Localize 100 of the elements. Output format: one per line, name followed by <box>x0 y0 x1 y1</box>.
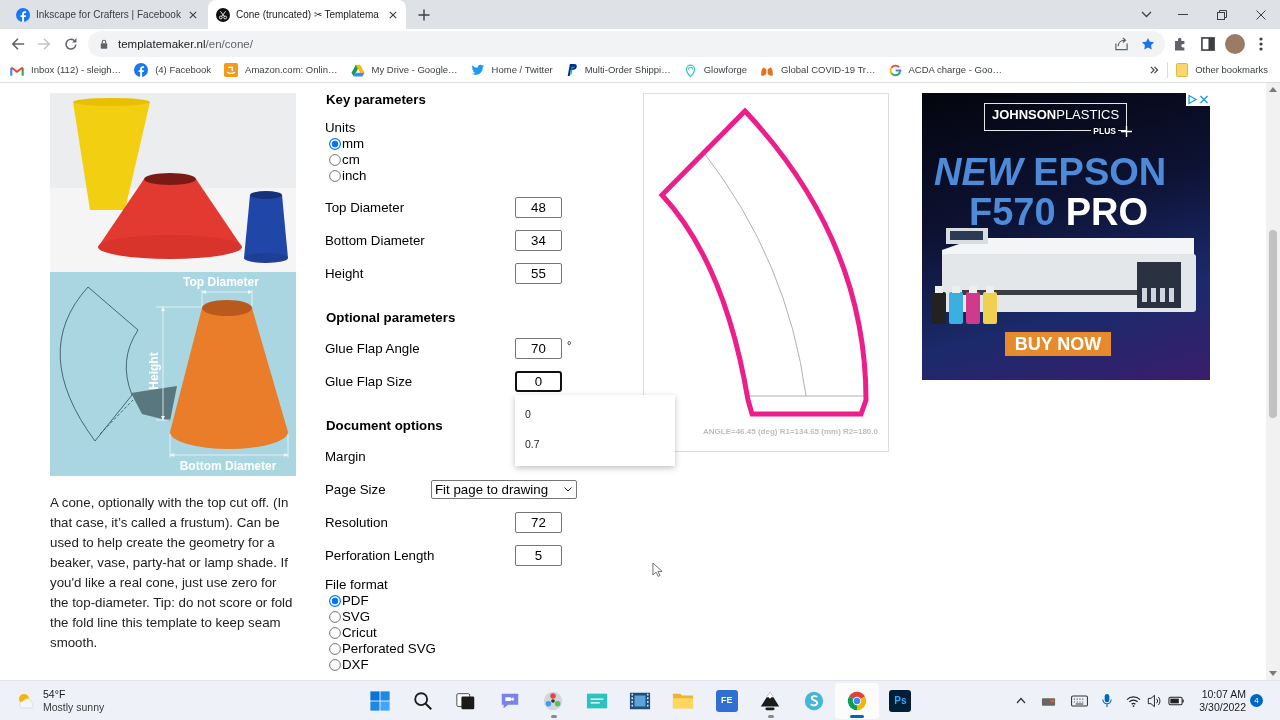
seam-line <box>99 399 134 435</box>
dimension-label: Top Diameter <box>183 275 259 289</box>
new-tab-plus-icon[interactable] <box>418 8 430 21</box>
microphone-icon[interactable] <box>1101 693 1114 708</box>
logo-mark-icon <box>565 63 578 77</box>
option-label[interactable]: cm <box>342 152 360 168</box>
keyboard-icon[interactable] <box>1071 694 1089 707</box>
radio-button[interactable] <box>329 627 341 639</box>
field-label: Perforation Length <box>325 547 436 564</box>
option-label[interactable]: Perforated SVG <box>342 641 436 657</box>
radio-button[interactable] <box>329 659 341 671</box>
bookmark-link[interactable]: My Drive - Google… <box>350 63 458 77</box>
radio-button[interactable] <box>329 611 341 623</box>
restore-icon[interactable] <box>1216 9 1227 20</box>
mouse-pointer-icon <box>652 562 663 578</box>
bookmark-link[interactable]: Global COVID-19 Tr… <box>760 63 876 77</box>
option-label[interactable]: Cricut <box>342 625 377 641</box>
group-label: Units <box>325 120 356 136</box>
number-field[interactable]: 0 <box>515 371 562 392</box>
model-text: F570 <box>969 192 1056 232</box>
bookmark-folder[interactable]: Other bookmarks <box>1176 63 1268 77</box>
brand-name: JOHNSONPLASTICS <box>991 107 1120 123</box>
number-field[interactable]: 72 <box>515 512 562 533</box>
autocomplete-option[interactable]: 0 <box>515 399 675 429</box>
reload-icon[interactable] <box>64 36 78 51</box>
browser-tab[interactable]: Cone (truncated) ✂ Templatema <box>208 0 406 29</box>
menu-dots-icon[interactable] <box>1259 36 1263 51</box>
close-icon[interactable] <box>389 10 397 19</box>
dimension-label: Bottom Diameter <box>179 459 277 473</box>
f-logo-icon <box>16 7 30 22</box>
bookmark-link[interactable]: Amazon.com: Onlin… <box>224 63 338 77</box>
option-label[interactable]: inch <box>342 168 367 184</box>
autocomplete-option[interactable]: 0.7 <box>515 429 675 459</box>
number-field[interactable]: 34 <box>515 230 562 251</box>
lock-icon <box>100 38 108 49</box>
bookmark-link[interactable]: Home / Twitter <box>470 64 553 76</box>
scroll-up-icon[interactable] <box>1269 87 1277 92</box>
speaker-icon[interactable] <box>1147 693 1162 708</box>
browser-tab[interactable]: Inkscape for Crafters | Facebook <box>8 0 206 29</box>
app-tile: FE <box>715 689 738 712</box>
ring-logo-icon <box>846 689 868 712</box>
address-bar[interactable]: templatemaker.nl/en/cone/ <box>88 30 1165 57</box>
side-panel-icon[interactable] <box>1201 36 1215 51</box>
option-label[interactable]: SVG <box>342 609 371 625</box>
headline-text: NEW EPSON <box>934 152 1167 192</box>
bookmark-link[interactable]: Multi-Order Shippi… <box>565 63 671 77</box>
back-arrow-icon[interactable] <box>11 36 25 51</box>
star-icon[interactable] <box>1141 36 1155 51</box>
radio-button[interactable] <box>329 138 341 150</box>
radio-button[interactable] <box>329 643 341 655</box>
number-field[interactable]: 48 <box>515 197 562 218</box>
option-label[interactable]: DXF <box>342 657 369 673</box>
number-field[interactable]: 55 <box>515 263 562 284</box>
adchoices-icon[interactable] <box>1186 93 1198 106</box>
dimensions-caption: ANGLE=46.45 (deg) R1=134.65 (mm) R2=180.0 <box>703 427 878 437</box>
radio-button[interactable] <box>329 595 341 607</box>
bookmark-link[interactable]: (4) Facebook <box>134 63 212 77</box>
number-field[interactable]: 70 <box>515 338 562 359</box>
field-label: Height <box>325 265 365 282</box>
bird-icon <box>470 64 485 76</box>
swirl-logo-icon <box>802 689 825 712</box>
wifi-icon[interactable] <box>1126 694 1142 707</box>
taskbar-button[interactable]: Ps <box>878 682 923 719</box>
search-icon <box>412 689 435 712</box>
chevron-up-icon[interactable] <box>1016 697 1027 704</box>
option-label[interactable]: PDF <box>342 593 369 609</box>
battery-icon[interactable] <box>1168 694 1185 707</box>
brand-tag: PLUS <box>1091 126 1118 136</box>
number-field[interactable]: 5 <box>515 545 562 566</box>
bookmark-link[interactable]: Inbox (112) - sleigh… <box>10 64 122 76</box>
running-indicator <box>850 714 865 718</box>
bookmark-link[interactable]: Glowforge <box>683 62 748 78</box>
g-logo-icon <box>888 63 902 77</box>
taskbar-button[interactable]: FE <box>705 682 749 719</box>
bookmark-link[interactable]: ACDA charge - Goo… <box>888 63 1002 77</box>
scroll-down-icon[interactable] <box>1269 671 1277 676</box>
select-field[interactable]: Fit page to drawing <box>431 480 577 499</box>
clock-time[interactable]: 10:07 AM <box>1201 687 1246 701</box>
chevron-down-icon[interactable] <box>1141 11 1152 18</box>
minimize-icon[interactable] <box>1177 14 1188 15</box>
scrollbar-thumb[interactable] <box>1269 230 1277 418</box>
f-logo-icon <box>134 63 149 77</box>
unit-label: ° <box>567 340 572 351</box>
section-heading: Optional parameters <box>325 310 456 326</box>
field-label: Top Diameter <box>325 199 406 216</box>
field-label: Glue Flap Angle <box>325 340 421 357</box>
smile-tile-icon <box>224 63 239 77</box>
avatar-icon[interactable] <box>1225 33 1245 54</box>
share-icon[interactable] <box>1114 36 1129 51</box>
radio-button[interactable] <box>329 170 341 182</box>
section-heading: Document options <box>325 418 443 434</box>
double-chevron-icon[interactable] <box>1150 66 1160 74</box>
ad-banner[interactable]: JOHNSONPLASTICS PLUS NEW EPSON F570 PRO BUY NOW <box>922 93 1210 380</box>
option-label[interactable]: mm <box>342 136 365 152</box>
folder-icon <box>1176 63 1189 77</box>
close-icon[interactable] <box>189 10 197 19</box>
notification-badge[interactable]: 4 <box>1250 694 1263 707</box>
clock-date[interactable]: 3/30/2022 <box>1199 700 1246 714</box>
radio-button[interactable] <box>329 154 341 166</box>
close-icon[interactable] <box>1255 9 1266 20</box>
